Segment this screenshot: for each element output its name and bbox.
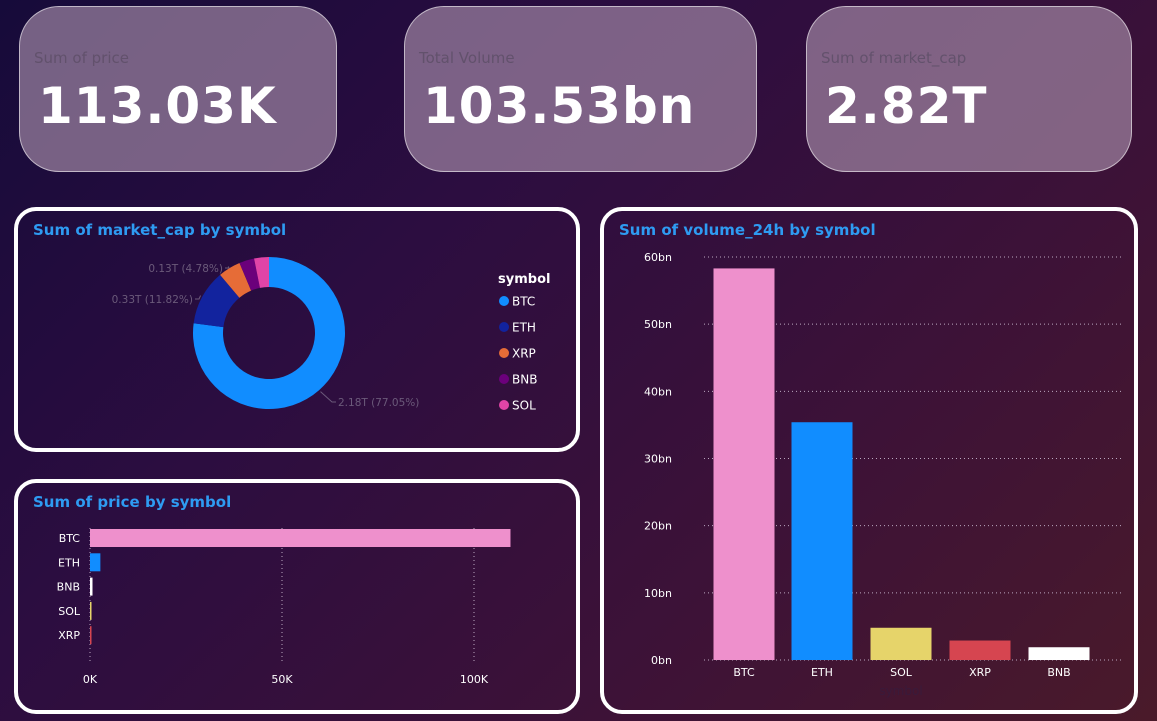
kpi-value: 2.82T (825, 77, 988, 135)
kpi-card-price[interactable]: Sum of price 113.03K (19, 6, 337, 172)
y-tick-label: BTC (59, 532, 81, 545)
bar-btc[interactable] (90, 529, 511, 547)
y-tick-label: 10bn (644, 587, 672, 600)
x-tick-label: 100K (460, 673, 489, 686)
bar-sol[interactable] (90, 601, 92, 620)
legend-marker-btc[interactable] (499, 296, 509, 306)
x-tick-label: BNB (1047, 666, 1070, 679)
y-tick-label: 0bn (651, 654, 672, 667)
y-tick-label: 40bn (644, 385, 672, 398)
kpi-card-volume[interactable]: Total Volume 103.53bn (404, 6, 757, 172)
y-tick-label: 50bn (644, 318, 672, 331)
legend-title: symbol (498, 272, 550, 287)
kpi-label: Sum of price (34, 49, 129, 67)
bar-xrp[interactable] (949, 640, 1011, 660)
y-tick-label: SOL (58, 605, 81, 618)
x-axis-title: symbol (879, 684, 922, 698)
x-tick-label: BTC (733, 666, 755, 679)
bar-eth[interactable] (90, 553, 101, 572)
bar-eth[interactable] (791, 422, 853, 660)
legend-label-btc[interactable]: BTC (512, 295, 535, 309)
legend-label-bnb[interactable]: BNB (512, 373, 537, 387)
x-tick-label: ETH (811, 666, 833, 679)
y-tick-label: ETH (58, 556, 80, 569)
kpi-label: Total Volume (419, 49, 515, 67)
kpi-value: 113.03K (38, 77, 277, 135)
volume-bar-panel[interactable]: Sum of volume_24h by symbol 0bn 10bn 20bn 3… (600, 207, 1138, 714)
legend-marker-xrp[interactable] (499, 348, 509, 358)
y-tick-label: XRP (58, 629, 80, 642)
legend-marker-eth[interactable] (499, 322, 509, 332)
market-cap-donut-panel[interactable]: Sum of market_cap by symbol 2.18T (77.05… (14, 207, 580, 452)
x-tick-label: 0K (83, 673, 98, 686)
y-tick-label: BNB (57, 581, 80, 594)
bar-btc[interactable] (713, 268, 775, 660)
x-tick-label: 50K (271, 673, 293, 686)
bar-sol[interactable] (870, 627, 932, 660)
legend-label-sol[interactable]: SOL (512, 399, 536, 413)
leader-line (225, 266, 230, 269)
legend-label-xrp[interactable]: XRP (512, 347, 536, 361)
legend-marker-sol[interactable] (499, 400, 509, 410)
bar-bnb[interactable] (1028, 647, 1090, 660)
price-bar-panel[interactable]: Sum of price by symbol 0K 50K 100K BTC ETH BN… (14, 479, 580, 714)
donut-chart: 2.18T (77.05%) 0.33T (11.82%) 0.13T (4.78%… (112, 257, 550, 413)
legend-marker-bnb[interactable] (499, 374, 509, 384)
bar-xrp[interactable] (90, 626, 92, 645)
data-label-xrp: 0.13T (4.78%) (148, 263, 223, 275)
price-bar-chart: 0K 50K 100K BTC ETH BNB SOL XRP (57, 528, 511, 686)
y-tick-label: 30bn (644, 453, 672, 466)
kpi-card-market-cap[interactable]: Sum of market_cap 2.82T (806, 6, 1132, 172)
kpi-label: Sum of market_cap (821, 49, 967, 67)
legend-label-eth[interactable]: ETH (512, 321, 536, 335)
bar-bnb[interactable] (90, 577, 93, 596)
y-tick-label: 60bn (644, 251, 672, 264)
y-tick-label: 20bn (644, 520, 672, 533)
data-label-eth: 0.33T (11.82%) (112, 294, 193, 306)
volume-bar-chart: 0bn 10bn 20bn 30bn 40bn 50bn 60bn BTC ETH SOL XRP B… (644, 251, 1124, 698)
leader-line (195, 295, 202, 300)
data-label-btc: 2.18T (77.05%) (338, 397, 419, 409)
leader-line (320, 391, 336, 403)
kpi-value: 103.53bn (423, 77, 696, 135)
x-tick-label: SOL (890, 666, 913, 679)
x-tick-label: XRP (969, 666, 991, 679)
